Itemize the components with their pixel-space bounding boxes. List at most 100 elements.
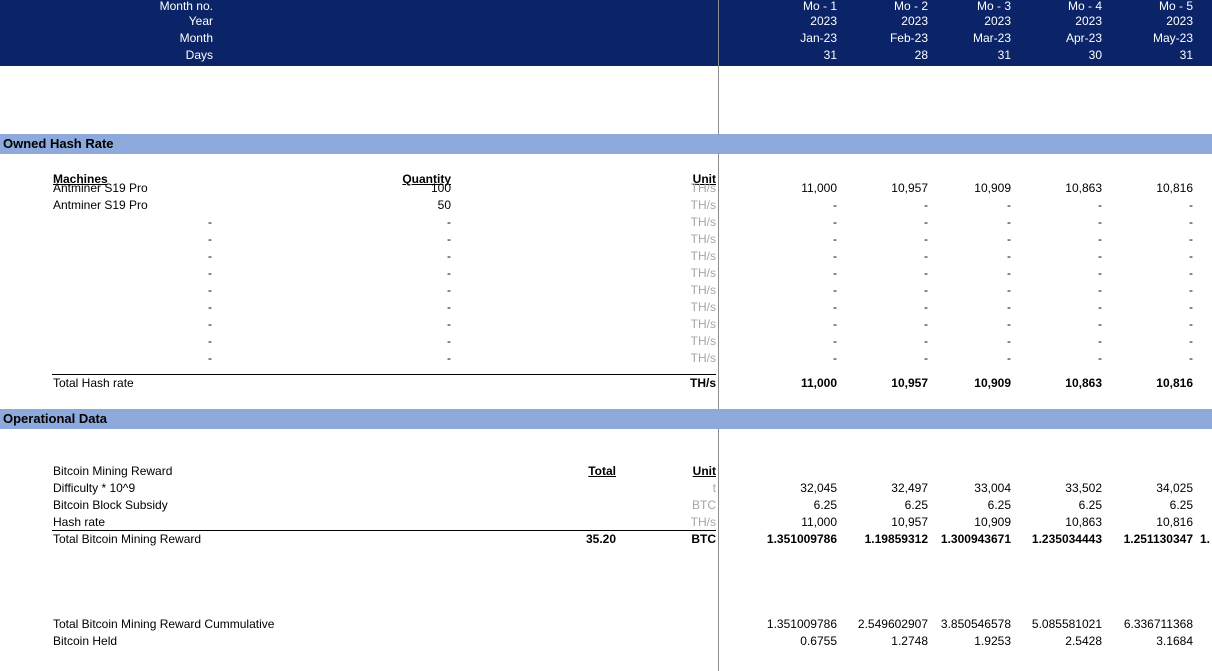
op-row-value: 6.25 xyxy=(987,498,1011,512)
machine-hash-value: - xyxy=(1007,232,1011,246)
machine-unit: TH/s xyxy=(690,266,716,280)
cumulative-value: 1.351009786 xyxy=(766,617,837,631)
header-cell-year: 2023 xyxy=(1075,14,1102,28)
machine-name: - xyxy=(208,351,212,365)
header-row-label: Days xyxy=(185,48,213,62)
machine-hash-value: - xyxy=(1098,283,1102,297)
machine-hash-value: - xyxy=(833,215,837,229)
machine-hash-value: - xyxy=(924,215,928,229)
machine-unit: TH/s xyxy=(690,283,716,297)
header-cell-month: Apr-23 xyxy=(1065,31,1102,45)
op-row-label: Difficulty * 10^9 xyxy=(53,481,136,495)
total-reward-label: Total Bitcoin Mining Reward xyxy=(53,532,202,546)
machine-hash-value: - xyxy=(833,232,837,246)
machine-name: - xyxy=(208,215,212,229)
cumulative-value: 5.085581021 xyxy=(1031,617,1102,631)
machine-hash-value: - xyxy=(1189,300,1193,314)
header-cell-year: 2023 xyxy=(984,14,1011,28)
machine-hash-value: - xyxy=(1189,232,1193,246)
machine-unit: TH/s xyxy=(690,181,716,195)
op-row-label: Hash rate xyxy=(53,515,106,529)
machine-quantity: - xyxy=(447,215,451,229)
machine-hash-value: 11,000 xyxy=(801,181,837,195)
machine-unit: TH/s xyxy=(690,334,716,348)
op-row-unit: TH/s xyxy=(690,515,716,529)
machine-hash-value: - xyxy=(1098,266,1102,280)
op-row-value: 11,000 xyxy=(801,515,837,529)
machine-hash-value: - xyxy=(833,300,837,314)
header-row-label: Month xyxy=(179,31,213,45)
machine-hash-value: - xyxy=(1007,249,1011,263)
total-hash-rate-value: 10,816 xyxy=(1156,376,1193,390)
machine-hash-value: - xyxy=(1189,249,1193,263)
machine-hash-value: - xyxy=(1189,351,1193,365)
machine-hash-value: - xyxy=(1189,266,1193,280)
section-band-operational-data: Operational Data xyxy=(0,409,1212,429)
machine-hash-value: 10,816 xyxy=(1156,181,1193,195)
machine-hash-value: 10,909 xyxy=(974,181,1011,195)
total-hash-rate-border xyxy=(52,374,716,375)
machine-hash-value: - xyxy=(1007,198,1011,212)
machine-name: - xyxy=(208,266,212,280)
machine-hash-value: - xyxy=(1098,351,1102,365)
machine-name: - xyxy=(208,232,212,246)
machine-quantity: - xyxy=(447,334,451,348)
total-reward-overflow: 1. xyxy=(1200,532,1211,546)
machine-unit: TH/s xyxy=(690,317,716,331)
op-row-value: 34,025 xyxy=(1156,481,1193,495)
machine-hash-value: - xyxy=(1007,215,1011,229)
machine-hash-value: - xyxy=(1189,198,1193,212)
op-row-value: 10,909 xyxy=(974,515,1011,529)
bitcoin-held-value: 1.9253 xyxy=(974,634,1011,648)
machine-name: - xyxy=(208,334,212,348)
machine-hash-value: - xyxy=(1189,334,1193,348)
machine-hash-value: - xyxy=(924,198,928,212)
cumulative-label: Total Bitcoin Mining Reward Cummulative xyxy=(53,617,275,631)
section-band-owned-hash-rate: Owned Hash Rate xyxy=(0,134,1212,154)
total-hash-rate-value: 11,000 xyxy=(800,376,837,390)
machine-hash-value: - xyxy=(924,351,928,365)
total-hash-rate-label: Total Hash rate xyxy=(53,376,134,390)
section-title-operational-data: Operational Data xyxy=(3,411,108,426)
machine-hash-value: - xyxy=(833,249,837,263)
op-row-unit: BTC xyxy=(692,498,716,512)
bitcoin-held-value: 1.2748 xyxy=(891,634,928,648)
header-cell-days: 31 xyxy=(823,48,837,62)
machine-hash-value: - xyxy=(1007,283,1011,297)
total-reward-value: 1.300943671 xyxy=(940,532,1011,546)
total-reward-value: 1.19859312 xyxy=(864,532,928,546)
op-row-label: Bitcoin Block Subsidy xyxy=(53,498,168,512)
machine-hash-value: - xyxy=(924,266,928,280)
machine-hash-value: 10,957 xyxy=(891,181,928,195)
op-unit-header: Unit xyxy=(692,464,716,478)
machine-hash-value: - xyxy=(1189,317,1193,331)
cumulative-value: 6.336711368 xyxy=(1123,617,1193,631)
header-cell-days: 31 xyxy=(997,48,1011,62)
op-row-value: 6.25 xyxy=(813,498,837,512)
section-title-owned-hash-rate: Owned Hash Rate xyxy=(3,136,114,151)
op-row-value: 10,957 xyxy=(891,515,928,529)
header-cell-year: 2023 xyxy=(810,14,837,28)
machine-name: - xyxy=(208,249,212,263)
header-cell-days: 28 xyxy=(914,48,928,62)
machine-quantity: - xyxy=(447,300,451,314)
machine-hash-value: - xyxy=(1098,334,1102,348)
machine-quantity: - xyxy=(447,249,451,263)
header-cell-year: 2023 xyxy=(1166,14,1193,28)
total-hash-rate-unit: TH/s xyxy=(689,376,716,390)
total-hash-rate-value: 10,957 xyxy=(891,376,928,390)
machine-unit: TH/s xyxy=(690,215,716,229)
machine-hash-value: - xyxy=(924,249,928,263)
machine-unit: TH/s xyxy=(690,300,716,314)
machine-name: Antminer S19 Pro xyxy=(53,181,148,195)
machine-hash-value: - xyxy=(924,317,928,331)
op-row-value: 32,497 xyxy=(891,481,928,495)
total-hash-rate-value: 10,863 xyxy=(1065,376,1102,390)
column-divider xyxy=(718,0,719,671)
total-header: Total xyxy=(588,464,616,478)
machine-name: - xyxy=(208,283,212,297)
machine-hash-value: - xyxy=(833,283,837,297)
header-cell-year: 2023 xyxy=(901,14,928,28)
machine-hash-value: - xyxy=(1098,198,1102,212)
machine-hash-value: - xyxy=(1098,300,1102,314)
